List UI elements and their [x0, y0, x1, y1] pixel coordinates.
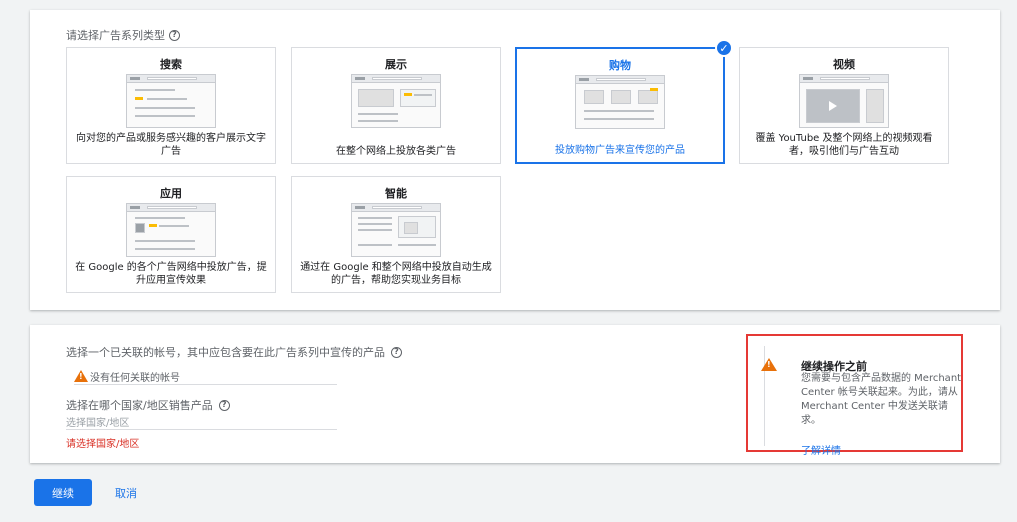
tile-title: 应用 [160, 187, 182, 200]
tile-title: 展示 [385, 58, 407, 71]
callout-body: 您需要与包含产品数据的 Merchant Center 帐号关联起来。为此，请从… [801, 373, 962, 426]
tile-desc: 覆盖 YouTube 及整个网络上的视频观看者，吸引他们与广告互动 [755, 133, 933, 157]
warning-icon [74, 370, 88, 382]
no-account-warning: 没有任何关联的帐号 [74, 368, 337, 385]
tile-title: 购物 [609, 59, 631, 72]
country-error: 请选择国家/地区 [66, 439, 140, 450]
country-label: 选择在哪个国家/地区销售产品 [66, 399, 213, 412]
learn-more-link[interactable]: 了解详情 [801, 442, 841, 457]
checkmark-icon: ✓ [715, 39, 733, 57]
video-ad-illustration [799, 74, 889, 128]
tile-desc: 在整个网络上投放各类广告 [336, 146, 456, 157]
tile-title: 搜索 [160, 58, 182, 71]
help-icon[interactable]: ? [391, 346, 402, 358]
continue-button[interactable]: 继续 [34, 479, 92, 506]
tile-desc: 在 Google 的各个广告网络中投放广告，提升应用宣传效果 [75, 262, 267, 286]
tile-video[interactable]: 视频 覆盖 YouTube 及整个网络上的视频观看者，吸引他们与广告互动 [739, 47, 949, 164]
no-account-text: 没有任何关联的帐号 [90, 372, 180, 384]
country-input[interactable]: 选择国家/地区 [66, 414, 337, 430]
help-icon[interactable]: ? [218, 399, 230, 411]
tile-desc: 通过在 Google 和整个网络中投放自动生成的广告，帮助您实现业务目标 [300, 262, 492, 286]
tile-title: 视频 [833, 58, 855, 71]
tile-desc: 投放购物广告来宣传您的产品 [555, 145, 685, 156]
play-icon [829, 101, 837, 111]
tile-shopping[interactable]: ✓ 购物 投放购物广告来宣传您的产品 [515, 39, 733, 164]
campaign-type-heading: 请选择广告系列类型 ? [66, 27, 180, 43]
app-ad-illustration [126, 203, 216, 257]
tile-smart[interactable]: 智能 通过在 Google 和整个网络中投放自动生成的广告，帮助您实现业务目标 [291, 176, 501, 293]
account-label-row: 选择一个已关联的帐号，其中应包含要在此广告系列中宣传的产品 ? [66, 344, 402, 360]
tile-desc: 向对您的产品或服务感兴趣的客户展示文字广告 [76, 133, 266, 157]
help-icon[interactable]: ? [169, 29, 180, 41]
tile-search[interactable]: 搜索 向对您的产品或服务感兴趣的客户展示文字广告 [66, 47, 276, 164]
tile-app[interactable]: 应用 在 Google 的各个广告网络中投放广告，提升应用宣传效果 [66, 176, 276, 293]
warning-icon [761, 358, 777, 371]
campaign-type-title: 请选择广告系列类型 [66, 29, 165, 42]
cancel-button[interactable]: 取消 [104, 479, 148, 506]
tile-title: 智能 [385, 187, 407, 200]
account-card: 选择一个已关联的帐号，其中应包含要在此广告系列中宣传的产品 ? 没有任何关联的帐… [30, 325, 1000, 463]
campaign-type-card: 请选择广告系列类型 ? 搜索 向对您的产品或服务感兴趣的客户展示文字广告 展示 … [30, 10, 1000, 310]
merchant-center-callout: 继续操作之前 您需要与包含产品数据的 Merchant Center 帐号关联起… [746, 334, 963, 457]
display-ad-illustration [351, 74, 441, 128]
smart-ad-illustration [351, 203, 441, 257]
search-ad-illustration [126, 74, 216, 128]
country-label-row: 选择在哪个国家/地区销售产品 ? [66, 397, 230, 413]
account-label: 选择一个已关联的帐号，其中应包含要在此广告系列中宣传的产品 [66, 346, 385, 359]
tile-display[interactable]: 展示 在整个网络上投放各类广告 [291, 47, 501, 164]
shopping-ad-illustration [575, 75, 665, 129]
